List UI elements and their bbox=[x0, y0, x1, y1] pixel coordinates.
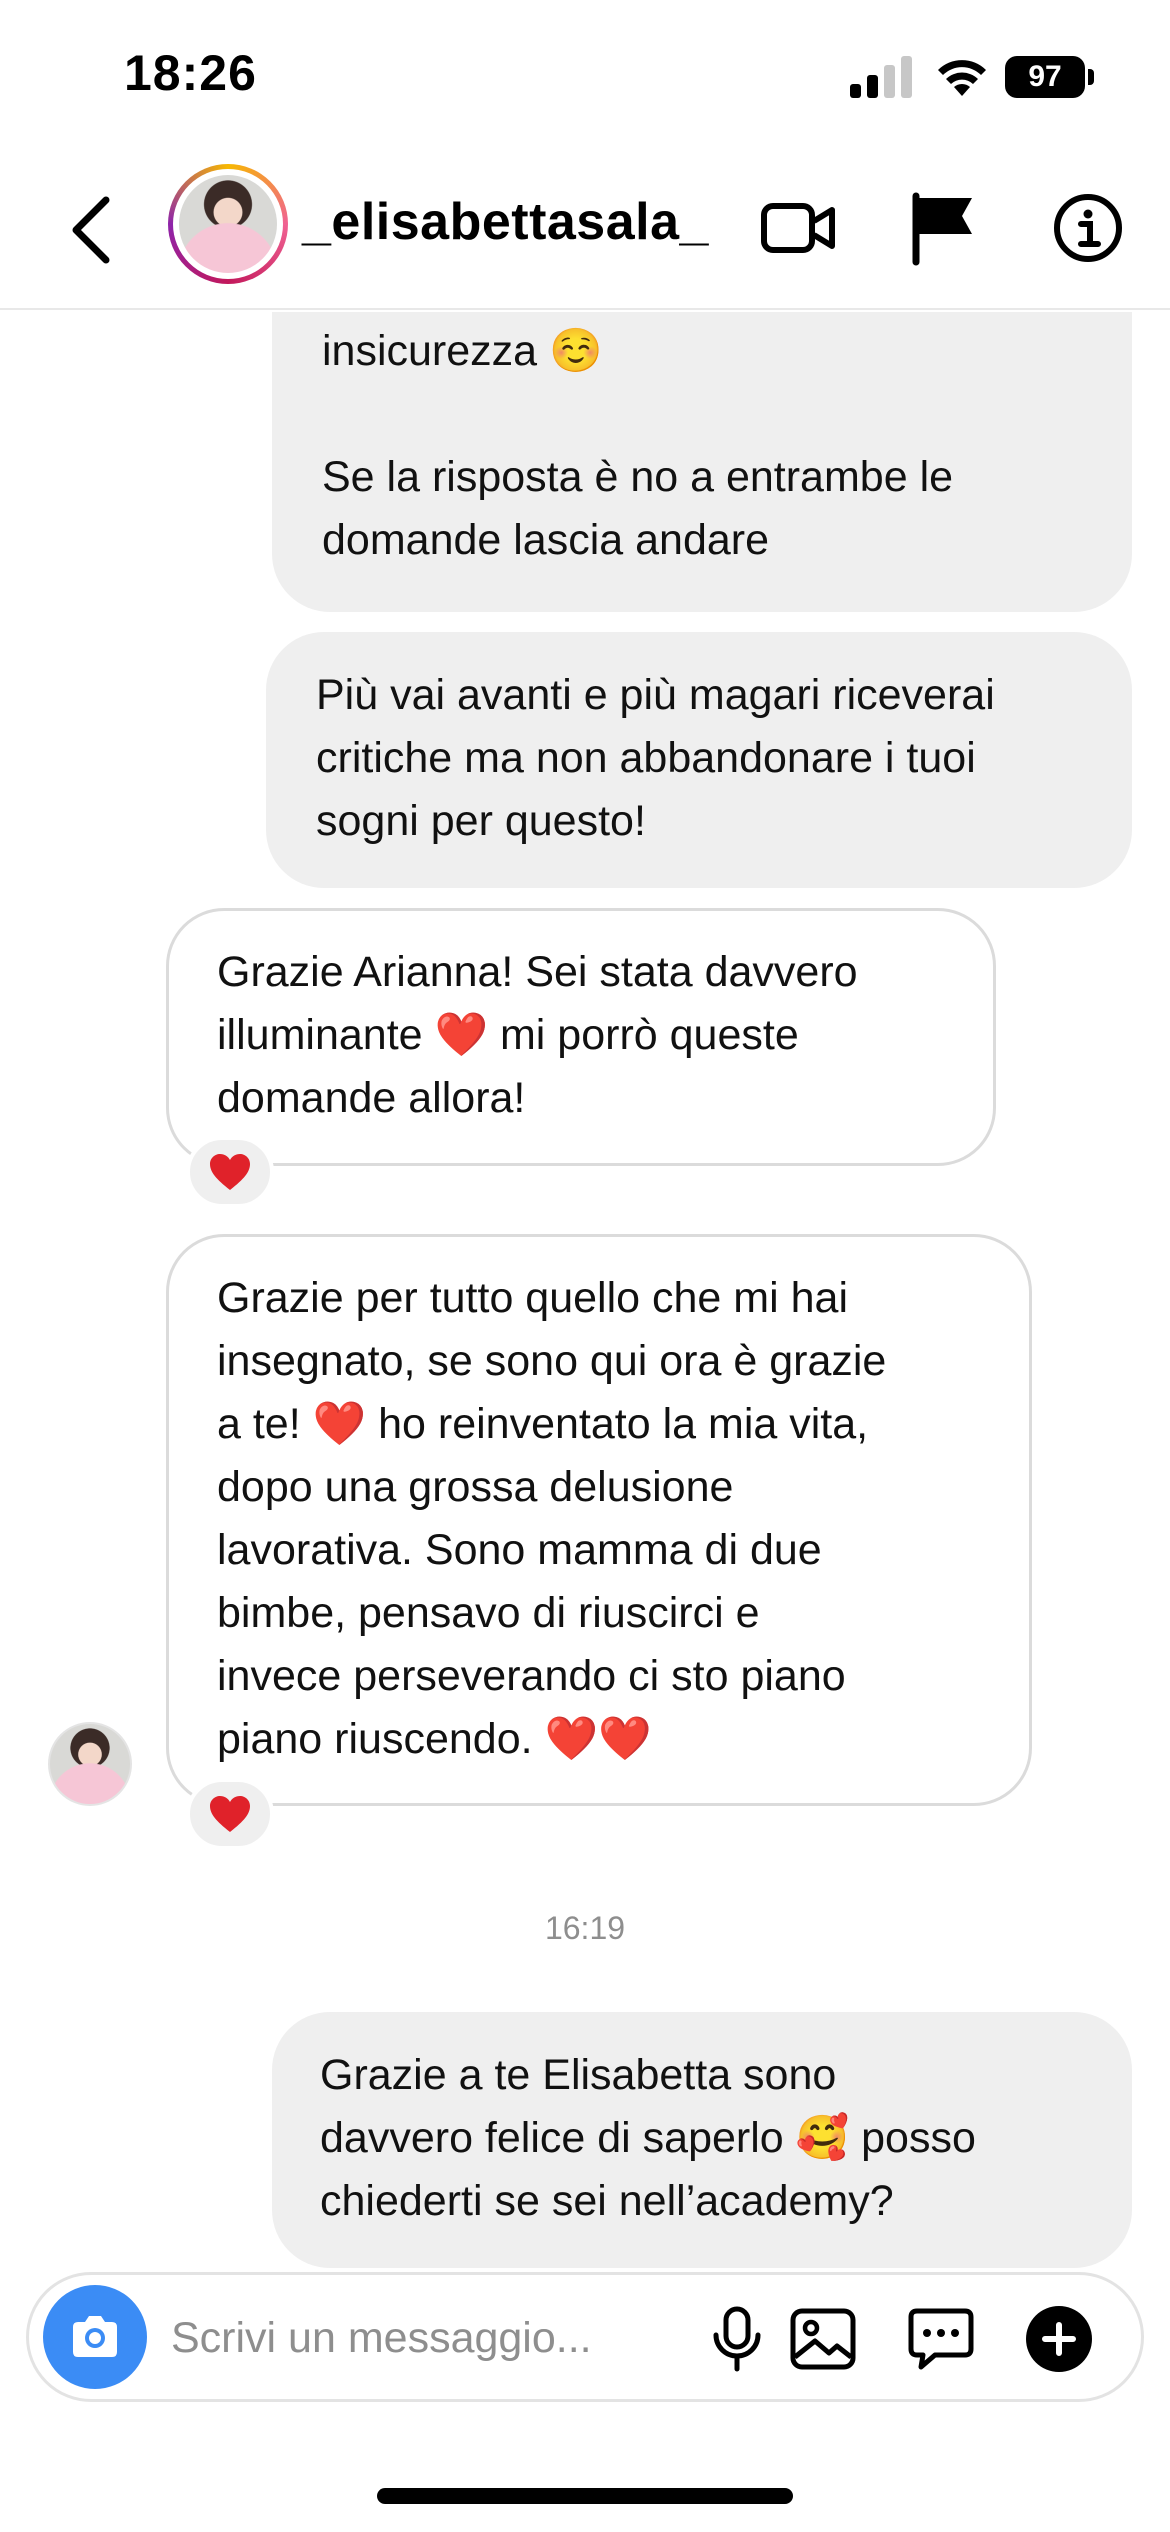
info-icon[interactable] bbox=[1048, 188, 1128, 268]
avatar-frame bbox=[173, 169, 283, 279]
message-line: domande lascia andare bbox=[322, 516, 770, 564]
status-time: 18:26 bbox=[124, 45, 257, 101]
message-line: Più vai avanti e più magari riceverai bbox=[316, 671, 995, 719]
gallery-icon[interactable] bbox=[787, 2303, 859, 2375]
message-line: insegnato, se sono qui ora è grazie bbox=[217, 1337, 887, 1385]
message-bubble-sent[interactable]: insicurezza ☺️ Se la risposta è no a ent… bbox=[272, 312, 1132, 612]
message-line: dopo una grossa delusione bbox=[217, 1463, 734, 1511]
wifi-icon bbox=[938, 60, 986, 96]
sticker-icon[interactable] bbox=[905, 2303, 977, 2375]
message-line: piano riuscendo. ❤️❤️ bbox=[217, 1715, 652, 1763]
avatar[interactable] bbox=[168, 164, 288, 284]
battery-tip bbox=[1088, 69, 1094, 85]
home-indicator[interactable] bbox=[377, 2488, 793, 2504]
video-call-icon[interactable] bbox=[758, 188, 838, 268]
message-line: illuminante ❤️ mi porrò queste bbox=[217, 1011, 799, 1059]
message-line: bimbe, pensavo di riuscirci e bbox=[217, 1589, 760, 1637]
sender-avatar[interactable] bbox=[48, 1722, 132, 1806]
message-line: insicurezza ☺️ bbox=[322, 327, 603, 375]
message-line: chiederti se sei nell’academy? bbox=[320, 2177, 894, 2225]
microphone-icon[interactable] bbox=[701, 2303, 773, 2375]
heart-icon bbox=[210, 1154, 250, 1190]
message-line: invece perseverando ci sto piano bbox=[217, 1652, 846, 1700]
message-line: davvero felice di saperlo 🥰 posso bbox=[320, 2114, 976, 2162]
camera-button[interactable] bbox=[43, 2285, 147, 2389]
message-line bbox=[322, 383, 1092, 446]
message-line: lavorativa. Sono mamma di due bbox=[217, 1526, 822, 1574]
message-composer bbox=[26, 2272, 1144, 2402]
message-line: critiche ma non abbandonare i tuoi bbox=[316, 734, 976, 782]
battery-icon: 97 bbox=[1005, 56, 1085, 98]
camera-icon bbox=[73, 2316, 117, 2357]
signal-icon bbox=[850, 56, 912, 98]
message-line: Grazie a te Elisabetta sono bbox=[320, 2051, 837, 2099]
chat-header: _elisabettasala_ bbox=[0, 150, 1170, 310]
message-bubble-received[interactable]: Grazie Arianna! Sei stata davvero illumi… bbox=[166, 908, 996, 1166]
flag-icon[interactable] bbox=[906, 188, 986, 268]
message-line: sogni per questo! bbox=[316, 797, 646, 845]
message-timestamp: 16:19 bbox=[544, 1910, 626, 1946]
message-bubble-received[interactable]: Grazie per tutto quello che mi hai inseg… bbox=[166, 1234, 1032, 1806]
message-line: a te! ❤️ ho reinventato la mia vita, bbox=[217, 1400, 869, 1448]
heart-reaction[interactable] bbox=[186, 1136, 274, 1208]
avatar-photo bbox=[179, 175, 277, 273]
message-line: Grazie Arianna! Sei stata davvero bbox=[217, 948, 858, 996]
message-bubble-sent[interactable]: Più vai avanti e più magari riceverai cr… bbox=[266, 632, 1132, 888]
heart-reaction[interactable] bbox=[186, 1778, 274, 1850]
heart-icon bbox=[210, 1796, 250, 1832]
chevron-left-icon[interactable] bbox=[60, 190, 130, 270]
status-bar: 18:26 97 bbox=[0, 0, 1170, 150]
plus-icon[interactable] bbox=[1023, 2303, 1095, 2375]
message-list[interactable]: insicurezza ☺️ Se la risposta è no a ent… bbox=[0, 312, 1170, 2272]
message-line: Se la risposta è no a entrambe le bbox=[322, 453, 954, 501]
message-input[interactable] bbox=[171, 2307, 691, 2369]
message-line: Grazie per tutto quello che mi hai bbox=[217, 1274, 848, 1322]
chat-username[interactable]: _elisabettasala_ bbox=[302, 192, 709, 252]
dm-thread-screen: 18:26 97 _elisabettasala_ insicurezza ☺️… bbox=[0, 0, 1170, 2532]
message-line: domande allora! bbox=[217, 1074, 526, 1122]
message-bubble-sent[interactable]: Grazie a te Elisabetta sono davvero feli… bbox=[272, 2012, 1132, 2268]
